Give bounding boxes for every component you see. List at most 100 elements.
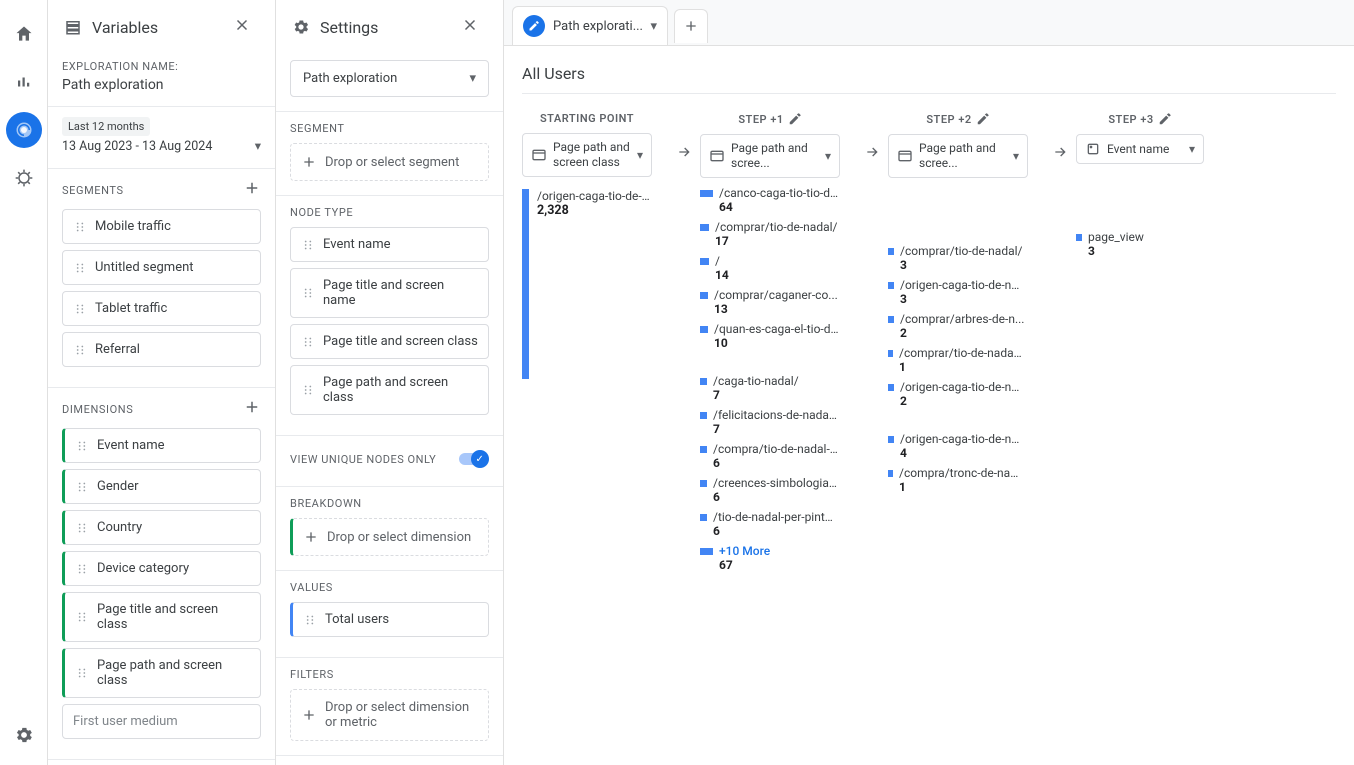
path-node[interactable]: /felicitacions-de-nadal...7 [700,408,840,436]
node-bar [700,446,707,453]
path-node[interactable]: /compra/tio-de-nadal-...6 [700,442,840,470]
start-node-select[interactable]: Page path and screen class ▾ [522,133,652,177]
step1-node-select[interactable]: Page path and scree... ▾ [700,134,840,178]
variables-panel: Variables EXPLORATION NAME: Path explora… [48,0,276,765]
path-node[interactable]: /caga-tio-nadal/7 [700,374,840,402]
path-node[interactable]: /quan-es-caga-el-tio-d...10 [700,322,840,350]
node-type-chip[interactable]: Page title and screen name [290,268,489,318]
path-node[interactable]: /canco-caga-tio-tio-de-...64 [700,186,840,214]
dimension-chip[interactable]: Device category [62,551,261,586]
date-preset-chip[interactable]: Last 12 months [62,117,150,136]
node-bar [700,326,708,333]
dimensions-section-label: DIMENSIONS [62,403,133,416]
node-type-chip[interactable]: Page path and screen class [290,365,489,415]
admin-gear-icon[interactable] [6,717,42,753]
path-node[interactable]: /origen-caga-tio-de-na...2 [888,380,1028,408]
canvas-segment-title: All Users [522,64,1336,94]
path-node[interactable]: /comprar/tio-de-nadal/3 [888,244,1028,272]
segment-section-label: SEGMENT [290,122,345,135]
path-node[interactable]: /comprar/tio-de-nadal/17 [700,220,840,248]
node-bar [700,224,709,231]
canvas: Path explorati... ▾ All Users STARTING P… [504,0,1354,765]
arrow-icon [1052,112,1068,164]
step1-more[interactable]: +10 More 67 [700,544,840,572]
dimension-placeholder-input[interactable]: First user medium [62,704,261,739]
node-bar [700,412,707,419]
tab-path-exploration[interactable]: Path explorati... ▾ [512,6,668,45]
add-dimension-button[interactable] [243,398,261,420]
start-bar [522,189,529,379]
node-type-chip[interactable]: Page title and screen class [290,324,489,359]
values-chip[interactable]: Total users [290,602,489,637]
node-bar [888,470,893,477]
path-node[interactable]: page_view3 [1076,230,1204,258]
arrow-icon [676,112,692,164]
segment-chip[interactable]: Tablet traffic [62,291,261,326]
starting-point-header: STARTING POINT [522,112,652,125]
node-bar [888,316,894,323]
explore-icon[interactable] [6,112,42,148]
node-bar [700,548,713,555]
home-icon[interactable] [6,16,42,52]
path-node[interactable]: /creences-simbologia-...6 [700,476,840,504]
path-node[interactable]: /tio-de-nadal-per-pintar/6 [700,510,840,538]
chevron-down-icon: ▾ [1013,149,1019,163]
close-icon[interactable] [461,16,489,38]
node-bar [700,258,709,265]
node-type-section-label: NODE TYPE [290,206,353,219]
chevron-down-icon[interactable]: ▾ [650,19,657,34]
close-icon[interactable] [233,16,261,38]
node-bar [888,282,894,289]
arrow-icon [864,112,880,164]
date-range-picker[interactable]: 13 Aug 2023 - 13 Aug 2024 ▾ [62,138,261,154]
variables-title: Variables [92,18,158,37]
chevron-down-icon: ▾ [825,149,831,163]
node-bar [700,514,707,521]
reports-icon[interactable] [6,64,42,100]
unique-nodes-toggle[interactable]: ✓ [459,450,489,468]
chevron-down-icon: ▾ [469,71,476,86]
start-path-node[interactable]: /origen-caga-tio-de-na... 2,328 [522,189,652,379]
node-bar [888,384,894,391]
node-bar [700,378,707,385]
filters-drop-zone[interactable]: Drop or select dimension or metric [290,689,489,741]
breakdown-drop-zone[interactable]: Drop or select dimension [290,518,489,556]
chevron-down-icon: ▾ [255,138,261,154]
variables-icon [64,18,82,36]
step3-header[interactable]: STEP +3 [1076,112,1204,126]
node-bar [888,248,894,255]
add-segment-button[interactable] [243,179,261,201]
exploration-name-input[interactable]: Path exploration [62,77,261,92]
gear-icon [292,18,310,36]
path-node[interactable]: /compra/tronc-de-nad...1 [888,466,1028,494]
path-node[interactable]: /comprar/arbres-de-n...2 [888,312,1028,340]
step2-header[interactable]: STEP +2 [888,112,1028,126]
path-node[interactable]: /comprar/caganer-co...13 [700,288,840,316]
technique-select[interactable]: Path exploration ▾ [290,60,489,97]
filters-section-label: FILTERS [290,668,334,681]
path-node[interactable]: /comprar/tio-de-nadal...1 [888,346,1028,374]
breakdown-section-label: BREAKDOWN [290,497,362,510]
path-node[interactable]: /14 [700,254,840,282]
step2-node-select[interactable]: Page path and scree... ▾ [888,134,1028,178]
dimension-chip[interactable]: Country [62,510,261,545]
node-bar [888,350,893,357]
advertising-icon[interactable] [6,160,42,196]
dimension-chip[interactable]: Event name [62,428,261,463]
node-bar [700,292,708,299]
segment-chip[interactable]: Mobile traffic [62,209,261,244]
step3-node-select[interactable]: Event name ▾ [1076,134,1204,164]
path-node[interactable]: /origen-caga-tio-de-na...4 [888,432,1028,460]
add-tab-button[interactable] [674,9,708,43]
settings-title: Settings [320,18,378,37]
dimension-chip[interactable]: Page path and screen class [62,648,261,698]
segment-chip[interactable]: Referral [62,332,261,367]
edit-icon [523,15,545,37]
dimension-chip[interactable]: Gender [62,469,261,504]
dimension-chip[interactable]: Page title and screen class [62,592,261,642]
path-node[interactable]: /origen-caga-tio-de-na...3 [888,278,1028,306]
step1-header[interactable]: STEP +1 [700,112,840,126]
segment-drop-zone[interactable]: Drop or select segment [290,143,489,181]
node-type-chip[interactable]: Event name [290,227,489,262]
segment-chip[interactable]: Untitled segment [62,250,261,285]
